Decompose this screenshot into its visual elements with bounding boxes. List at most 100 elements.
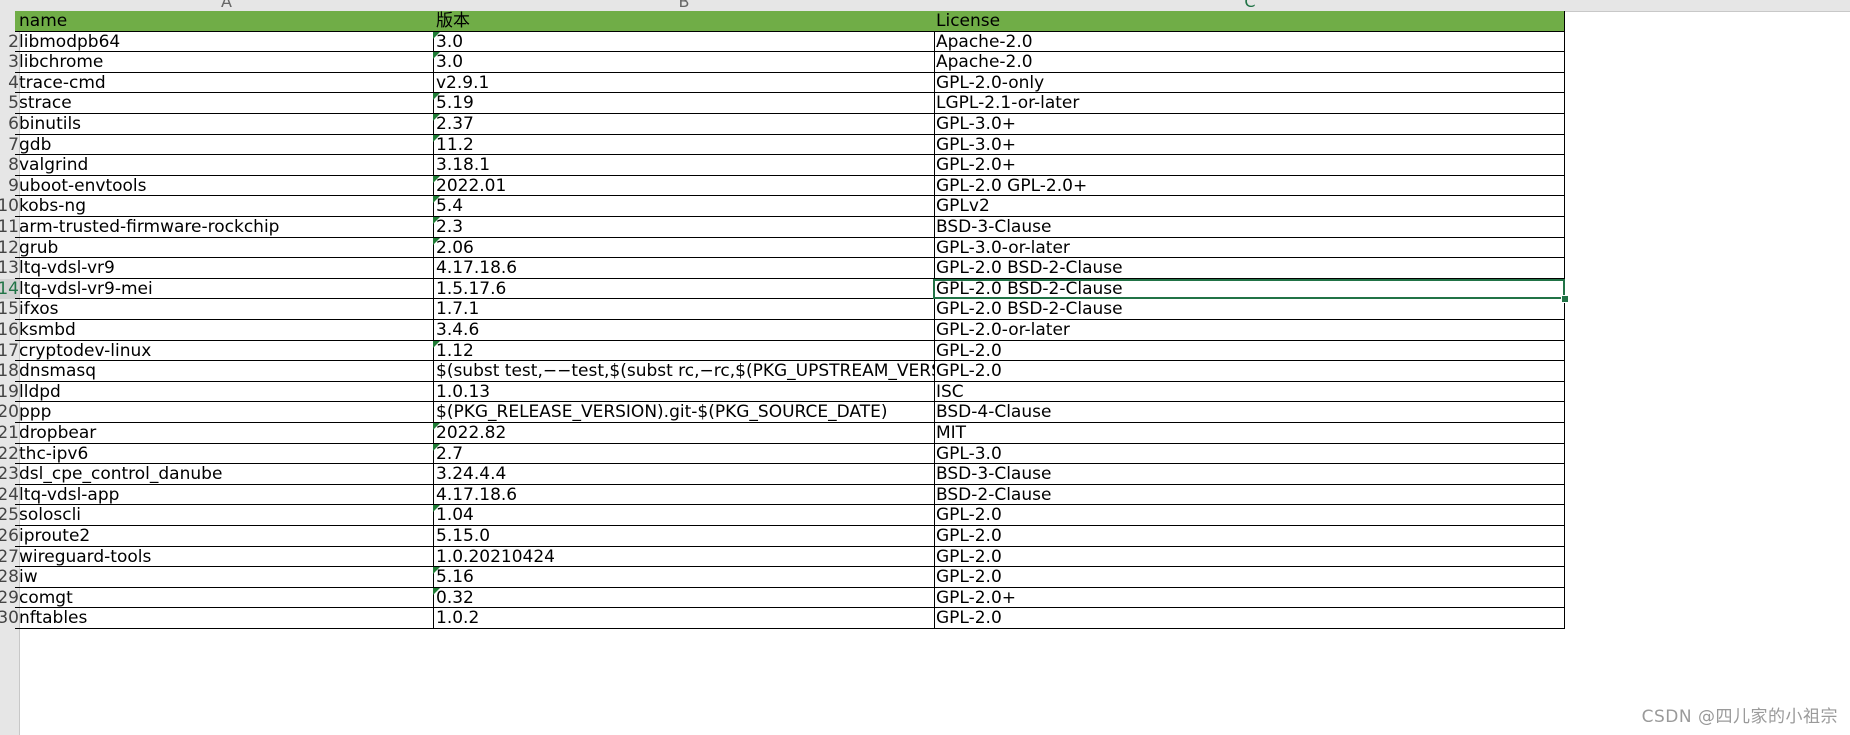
cell-name[interactable]: kobs-ng — [15, 196, 434, 217]
cell-name[interactable]: comgt — [15, 587, 434, 609]
cell-license[interactable]: GPL-3.0+ — [933, 134, 1565, 156]
cell-version[interactable]: 2.37 — [433, 114, 935, 135]
cell-license[interactable]: GPL-3.0 — [933, 443, 1565, 465]
cell-name[interactable]: soloscli — [15, 505, 434, 526]
cell-license[interactable]: LGPL-2.1-or-later — [933, 93, 1565, 114]
cell-name[interactable]: ppp — [15, 402, 434, 423]
cell-version[interactable]: 1.7.1 — [433, 299, 935, 320]
cell-license[interactable]: GPL-2.0 BSD-2-Clause — [933, 258, 1565, 279]
cell-version[interactable]: 5.15.0 — [433, 526, 935, 547]
cell-version[interactable]: 1.0.13 — [433, 381, 935, 403]
cell-version[interactable]: 3.0 — [433, 52, 935, 73]
table-row: 3 libchrome 3.0 Apache-2.0 — [0, 52, 1850, 73]
cell-name[interactable]: iw — [15, 567, 434, 588]
cell-name[interactable]: ltq-vdsl-app — [15, 484, 434, 506]
cell-name[interactable]: iproute2 — [15, 526, 434, 547]
cell-version[interactable]: 1.5.17.6 — [433, 278, 935, 300]
cell-license[interactable]: GPL-3.0+ — [933, 114, 1565, 135]
cell-version[interactable]: 1.0.2 — [433, 608, 935, 629]
cell-version[interactable]: 3.4.6 — [433, 320, 935, 341]
cell-version[interactable]: $(PKG_RELEASE_VERSION).git-$(PKG_SOURCE_… — [433, 402, 935, 423]
cell-license[interactable]: BSD-3-Clause — [933, 464, 1565, 485]
cell-version[interactable]: 3.0 — [433, 31, 935, 53]
table-row: 11 arm-trusted-firmware-rockchip 2.3 BSD-3-… — [0, 217, 1850, 238]
cell-version[interactable]: 2.3 — [433, 217, 935, 238]
cell-version[interactable]: v2.9.1 — [433, 72, 935, 94]
cell-license[interactable]: GPLv2 — [933, 196, 1565, 217]
cell-license[interactable]: GPL-2.0 — [933, 340, 1565, 362]
cell-name[interactable]: lldpd — [15, 381, 434, 403]
cell-name[interactable]: arm-trusted-firmware-rockchip — [15, 217, 434, 238]
header-cell-license[interactable]: License — [933, 11, 1565, 32]
cell-name[interactable]: trace-cmd — [15, 72, 434, 94]
cell-license[interactable]: GPL-3.0-or-later — [933, 237, 1565, 259]
cell-version[interactable]: 1.04 — [433, 505, 935, 526]
cell-license[interactable]: Apache-2.0 — [933, 31, 1565, 53]
cell-name[interactable]: dnsmasq — [15, 361, 434, 382]
column-header-c[interactable]: C — [935, 0, 1565, 11]
cell-version[interactable]: 4.17.18.6 — [433, 258, 935, 279]
cell-license[interactable]: GPL-2.0+ — [933, 155, 1565, 176]
cell-name[interactable]: thc-ipv6 — [15, 443, 434, 465]
cell-name[interactable]: dropbear — [15, 423, 434, 444]
cell-license[interactable]: MIT — [933, 423, 1565, 444]
cell-license[interactable]: GPL-2.0 GPL-2.0+ — [933, 175, 1565, 197]
cell-license[interactable]: GPL-2.0 — [933, 608, 1565, 629]
cell-version[interactable]: 4.17.18.6 — [433, 484, 935, 506]
cell-name[interactable]: nftables — [15, 608, 434, 629]
cell-license[interactable]: GPL-2.0 — [933, 505, 1565, 526]
cell-name[interactable]: dsl_cpe_control_danube — [15, 464, 434, 485]
header-cell-version[interactable]: 版本 — [433, 11, 935, 32]
cell-version[interactable]: 5.16 — [433, 567, 935, 588]
cell-license[interactable]: Apache-2.0 — [933, 52, 1565, 73]
cell-version[interactable]: 3.18.1 — [433, 155, 935, 176]
cell-license[interactable]: BSD-4-Clause — [933, 402, 1565, 423]
column-header-a[interactable]: A — [20, 0, 433, 11]
fill-handle[interactable] — [1561, 295, 1569, 304]
cell-name[interactable]: uboot-envtools — [15, 175, 434, 197]
cell-name[interactable]: gdb — [15, 134, 434, 156]
cell-version[interactable]: 5.4 — [433, 196, 935, 217]
cell-name[interactable]: valgrind — [15, 155, 434, 176]
cell-version[interactable]: 3.24.4.4 — [433, 464, 935, 485]
cell-name[interactable]: libchrome — [15, 52, 434, 73]
cell-license[interactable]: GPL-2.0-or-later — [933, 320, 1565, 341]
cell-version[interactable]: 1.0.20210424 — [433, 546, 935, 568]
cell-name[interactable]: grub — [15, 237, 434, 259]
cell-name[interactable]: binutils — [15, 114, 434, 135]
cell-name[interactable]: strace — [15, 93, 434, 114]
cell-license[interactable]: GPL-2.0 — [933, 526, 1565, 547]
table-row: 20 ppp $(PKG_RELEASE_VERSION).git-$(PKG_SO… — [0, 402, 1850, 423]
cell-license[interactable]: GPL-2.0-only — [933, 72, 1565, 94]
cell-name[interactable]: wireguard-tools — [15, 546, 434, 568]
column-header-b[interactable]: B — [434, 0, 934, 11]
cell-version[interactable]: 0.32 — [433, 587, 935, 609]
cell-name[interactable]: libmodpb64 — [15, 31, 434, 53]
table-row: 25 soloscli 1.04 GPL-2.0 — [0, 505, 1850, 526]
cell-version[interactable]: $(subst test,−−test,$(subst rc,−rc,$(PKG… — [433, 361, 935, 382]
header-cell-name[interactable]: name — [15, 11, 434, 32]
cell-license[interactable]: GPL-2.0+ — [933, 587, 1565, 609]
table-row: 26 iproute2 5.15.0 GPL-2.0 — [0, 526, 1850, 547]
cell-license[interactable]: BSD-3-Clause — [933, 217, 1565, 238]
cell-license[interactable]: ISC — [933, 381, 1565, 403]
cell-name[interactable]: ifxos — [15, 299, 434, 320]
cell-version[interactable]: 2022.01 — [433, 175, 935, 197]
cell-version[interactable]: 1.12 — [433, 340, 935, 362]
cell-version[interactable]: 2.7 — [433, 443, 935, 465]
cell-license[interactable]: GPL-2.0 — [933, 361, 1565, 382]
cell-license[interactable]: BSD-2-Clause — [933, 484, 1565, 506]
cell-name[interactable]: ltq-vdsl-vr9-mei — [15, 278, 434, 300]
cell-license[interactable]: GPL-2.0 BSD-2-Clause — [933, 278, 1565, 300]
cell-license[interactable]: GPL-2.0 — [933, 567, 1565, 588]
cell-name[interactable]: cryptodev-linux — [15, 340, 434, 362]
cell-version[interactable]: 2.06 — [433, 237, 935, 259]
cell-license[interactable]: GPL-2.0 BSD-2-Clause — [933, 299, 1565, 320]
cell-version[interactable]: 5.19 — [433, 93, 935, 114]
spreadsheet-grid[interactable]: A B C name 版本 License 2 libmodpb64 3.0 Apache-… — [0, 0, 1850, 735]
cell-license[interactable]: GPL-2.0 — [933, 546, 1565, 568]
cell-name[interactable]: ksmbd — [15, 320, 434, 341]
cell-name[interactable]: ltq-vdsl-vr9 — [15, 258, 434, 279]
cell-version[interactable]: 2022.82 — [433, 423, 935, 444]
cell-version[interactable]: 11.2 — [433, 134, 935, 156]
